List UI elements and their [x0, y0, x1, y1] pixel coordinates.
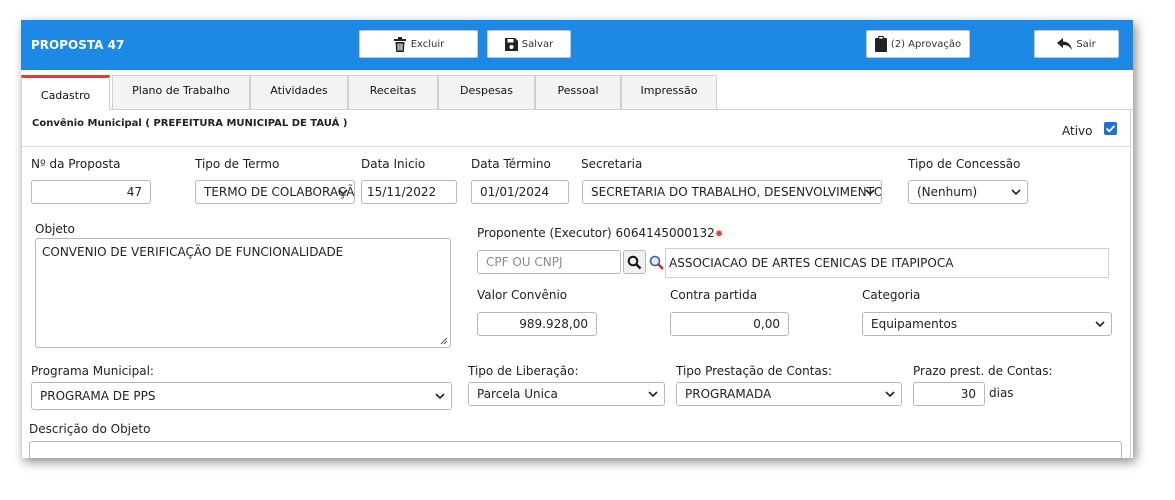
chevron-down-icon: [865, 189, 875, 196]
category-value: Equipamentos: [871, 317, 958, 331]
approval-button-label: (2) Aprovação: [890, 38, 962, 50]
department-value: SECRETARIA DO TRABALHO, DESENVOLVIMENTO: [591, 185, 882, 199]
trash-icon: [393, 36, 406, 52]
term-type-select[interactable]: TERMO DE COLABORAÇÃO: [195, 180, 355, 204]
tab-pessoal[interactable]: Pessoal: [535, 75, 621, 109]
section-title: Convênio Municipal ( PREFEITURA MUNICIPA…: [32, 118, 348, 129]
department-label: Secretaria: [581, 157, 643, 171]
save-button[interactable]: Salvar: [487, 30, 571, 58]
chevron-down-icon: [1011, 189, 1021, 196]
required-marker: ✸: [714, 229, 724, 240]
deadline-unit: dias: [989, 386, 1014, 400]
accountability-type-value: PROGRAMADA: [685, 387, 772, 401]
end-date-field[interactable]: 01/01/2024: [471, 180, 569, 204]
tab-atividades[interactable]: Atividades: [250, 75, 348, 109]
start-date-label: Data Inicio: [361, 157, 426, 171]
term-type-value: TERMO DE COLABORAÇÃO: [204, 185, 355, 199]
search-icon: [627, 255, 642, 270]
accountability-deadline-label: Prazo prest. de Contas:: [913, 364, 1053, 378]
floppy-disk-icon: [504, 37, 518, 51]
proposal-window: PROPOSTA 47 Excluir Salvar (2) Aprovação…: [21, 20, 1133, 458]
active-label: Ativo: [1062, 124, 1093, 138]
accountability-type-select[interactable]: PROGRAMADA: [676, 382, 902, 406]
concession-type-value: (Nenhum): [917, 185, 978, 199]
term-type-label: Tipo de Termo: [195, 157, 280, 171]
release-type-label: Tipo de Liberação:: [468, 364, 579, 378]
delete-button-label: Excluir: [410, 38, 445, 50]
exit-button[interactable]: Sair: [1034, 30, 1119, 58]
chevron-down-icon: [1095, 321, 1105, 328]
program-select[interactable]: PROGRAMA DE PPS: [31, 382, 452, 410]
proponent-label-text: Proponente (Executor) 6064145000132: [477, 226, 715, 240]
approval-button[interactable]: (2) Aprovação: [866, 30, 970, 58]
agreement-value-field[interactable]: 989.928,00: [477, 312, 597, 336]
section-divider: [22, 146, 1132, 147]
agreement-value-label: Valor Convênio: [477, 288, 568, 302]
reply-arrow-icon: [1057, 38, 1073, 50]
chevron-down-icon: [435, 393, 445, 400]
description-label: Descrição do Objeto: [29, 422, 151, 436]
release-type-select[interactable]: Parcela Unica: [468, 382, 665, 406]
form-area: Convênio Municipal ( PREFEITURA MUNICIPA…: [21, 109, 1132, 458]
program-label: Programa Municipal:: [31, 364, 154, 378]
chevron-down-icon: [338, 189, 348, 196]
lookup-magnifier-icon[interactable]: [649, 255, 665, 271]
active-checkbox[interactable]: [1104, 122, 1117, 135]
page-title: PROPOSTA 47: [31, 38, 125, 52]
accountability-deadline-field[interactable]: 30: [913, 382, 985, 406]
concession-type-label: Tipo de Concessão: [908, 157, 1021, 171]
tab-receitas[interactable]: Receitas: [348, 75, 438, 109]
proposal-number-label: Nº da Proposta: [31, 157, 121, 171]
chevron-down-icon: [648, 391, 658, 398]
end-date-label: Data Término: [471, 157, 551, 171]
proponent-label: Proponente (Executor) 6064145000132✸: [477, 226, 723, 240]
resize-grip-icon: [440, 337, 448, 345]
description-textarea[interactable]: [29, 441, 1122, 458]
save-button-label: Salvar: [521, 38, 554, 50]
tab-cadastro[interactable]: Cadastro: [21, 75, 110, 110]
tab-despesas[interactable]: Despesas: [438, 75, 535, 109]
tab-plano-de-trabalho[interactable]: Plano de Trabalho: [112, 75, 250, 109]
chevron-down-icon: [885, 391, 895, 398]
proponent-name-field: ASSOCIACAO DE ARTES CENICAS DE ITAPIPOCA: [665, 248, 1109, 278]
object-text: CONVENIO DE VERIFICAÇÃO DE FUNCIONALIDAD…: [42, 245, 344, 259]
program-value: PROGRAMA DE PPS: [40, 389, 156, 403]
category-select[interactable]: Equipamentos: [862, 312, 1112, 336]
counterpart-label: Contra partida: [670, 288, 758, 302]
accountability-type-label: Tipo Prestação de Contas:: [676, 364, 833, 378]
delete-button[interactable]: Excluir: [359, 30, 478, 58]
proposal-number-field[interactable]: 47: [31, 180, 151, 204]
concession-type-select[interactable]: (Nenhum): [908, 180, 1028, 204]
checkmark-icon: [1105, 125, 1116, 133]
clipboard-icon: [874, 36, 887, 52]
release-type-value: Parcela Unica: [477, 387, 558, 401]
object-label: Objeto: [35, 222, 75, 236]
category-label: Categoria: [862, 288, 921, 302]
search-button[interactable]: [623, 250, 646, 274]
start-date-field[interactable]: 15/11/2022: [361, 180, 457, 204]
department-select[interactable]: SECRETARIA DO TRABALHO, DESENVOLVIMENTO: [582, 180, 882, 204]
top-bar: PROPOSTA 47 Excluir Salvar (2) Aprovação…: [21, 20, 1133, 70]
exit-button-label: Sair: [1076, 38, 1096, 50]
counterpart-field[interactable]: 0,00: [670, 312, 789, 336]
cpf-cnpj-input[interactable]: CPF OU CNPJ: [477, 250, 621, 274]
tab-bar: Cadastro Plano de Trabalho Atividades Re…: [21, 75, 1133, 110]
object-textarea[interactable]: CONVENIO DE VERIFICAÇÃO DE FUNCIONALIDAD…: [35, 238, 451, 348]
tab-impressao[interactable]: Impressão: [621, 75, 717, 109]
